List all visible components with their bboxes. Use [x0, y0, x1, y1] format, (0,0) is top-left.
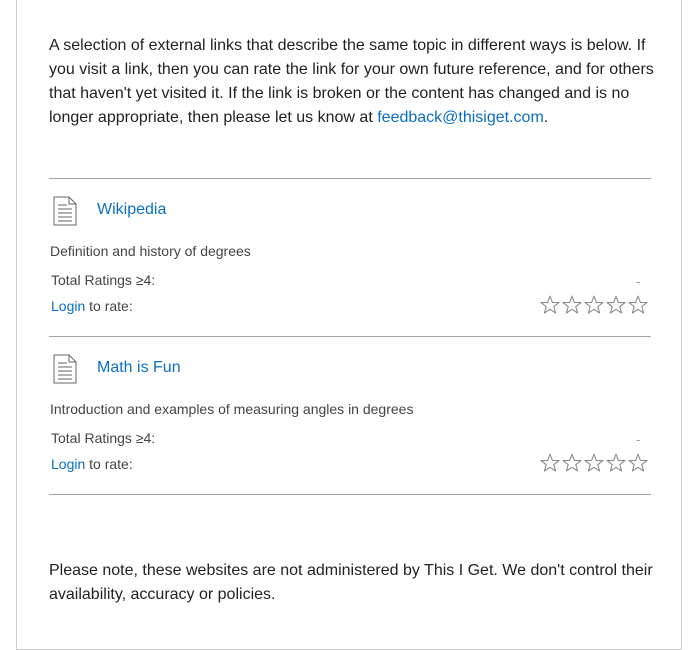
divider — [49, 336, 651, 337]
total-ratings-label: Total Ratings ≥4: — [51, 272, 156, 288]
star-rating — [539, 452, 649, 474]
entry-description: Introduction and examples of measuring a… — [50, 401, 414, 417]
star-outline-icon[interactable] — [605, 452, 627, 474]
login-link[interactable]: Login — [51, 456, 85, 472]
rate-suffix: to rate: — [85, 456, 133, 472]
star-outline-icon[interactable] — [561, 294, 583, 316]
star-rating — [539, 294, 649, 316]
total-ratings-label: Total Ratings ≥4: — [51, 430, 156, 446]
divider — [49, 178, 651, 179]
rate-suffix: to rate: — [85, 298, 133, 314]
star-outline-icon[interactable] — [561, 452, 583, 474]
entry-title-link[interactable]: Wikipedia — [97, 201, 166, 219]
document-icon — [53, 354, 77, 384]
divider — [49, 494, 651, 495]
intro-text: A selection of external links that descr… — [49, 37, 654, 126]
star-outline-icon[interactable] — [605, 294, 627, 316]
intro-paragraph: A selection of external links that descr… — [49, 34, 655, 130]
star-outline-icon[interactable] — [627, 452, 649, 474]
total-ratings-value: - — [636, 432, 641, 447]
star-outline-icon[interactable] — [539, 452, 561, 474]
star-outline-icon[interactable] — [627, 294, 649, 316]
document-icon — [53, 196, 77, 226]
star-outline-icon[interactable] — [583, 294, 605, 316]
login-link[interactable]: Login — [51, 298, 85, 314]
login-to-rate: Login to rate: — [51, 298, 133, 314]
total-ratings-value: - — [636, 274, 641, 289]
star-outline-icon[interactable] — [583, 452, 605, 474]
entry-title-link[interactable]: Math is Fun — [97, 359, 181, 377]
feedback-email-link[interactable]: feedback@thisiget.com — [377, 109, 544, 126]
disclaimer-note: Please note, these websites are not admi… — [49, 562, 653, 603]
intro-suffix: . — [543, 109, 549, 126]
star-outline-icon[interactable] — [539, 294, 561, 316]
entry-description: Definition and history of degrees — [50, 243, 251, 259]
login-to-rate: Login to rate: — [51, 456, 133, 472]
